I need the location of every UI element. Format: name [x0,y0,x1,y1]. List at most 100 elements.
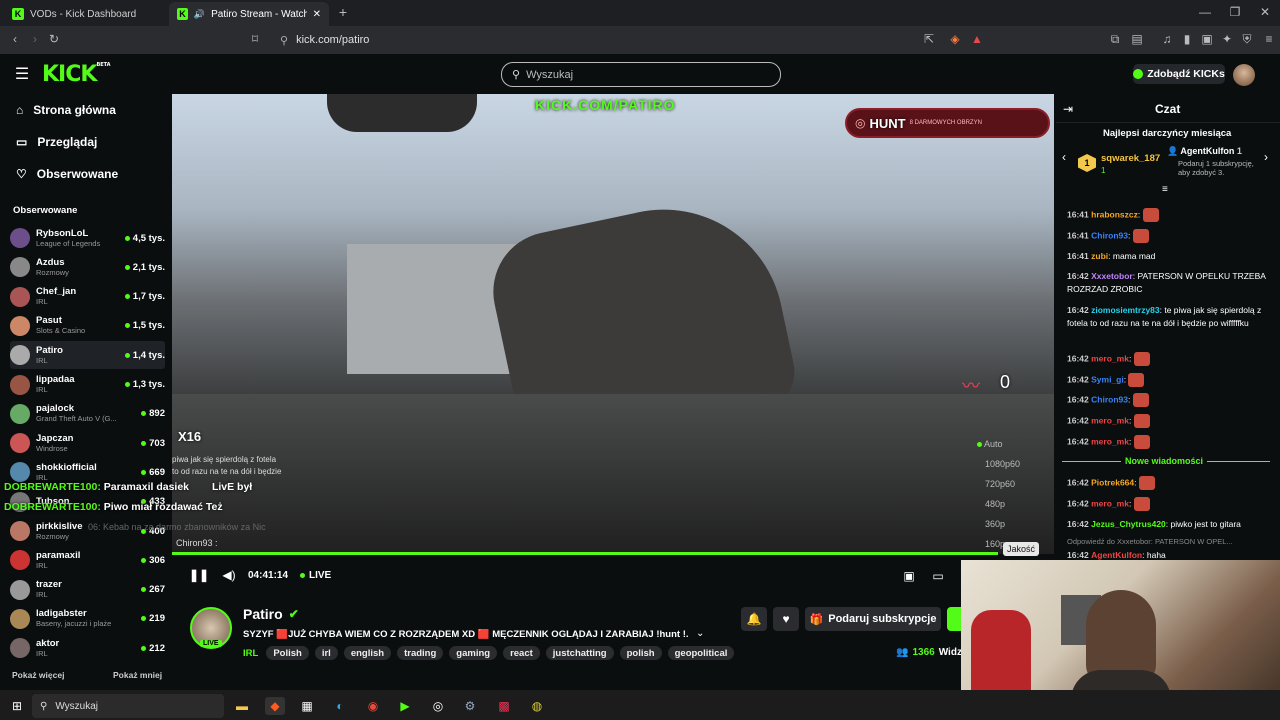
windows-start-icon[interactable]: ⊞ [10,699,24,713]
show-less-button[interactable]: Pokaż mniej [113,670,162,680]
followed-channel[interactable]: RybsonLoL League of Legends 4,5 tys. [10,224,165,252]
gift-sub-button[interactable]: 🎁 Podaruj subskrypcje [805,607,941,631]
tag[interactable]: irl [314,646,338,660]
follow-heart-button[interactable]: ♥ [773,607,799,631]
next-gifter-icon[interactable]: › [1264,150,1268,164]
music-icon[interactable]: ♫ [1160,32,1174,46]
notification-bell-button[interactable]: 🔔 [741,607,767,631]
url-field[interactable]: ⚲ kick.com/patiro [272,31,992,49]
tag[interactable]: gaming [449,646,498,660]
edge-icon[interactable]: ◐ [333,699,347,713]
tag[interactable]: english [343,646,392,660]
gifter-name[interactable]: 👤 AgentKulfon 1 [1167,146,1242,157]
chat-user[interactable]: Chiron93 [1091,394,1128,404]
reader-icon[interactable]: ▤ [1130,32,1144,46]
tag[interactable]: trading [397,646,444,660]
forward-icon[interactable]: › [28,32,42,46]
extensions-icon[interactable]: ⧉ [1108,32,1122,46]
app-icon[interactable]: ▦ [300,699,314,713]
nav-browse[interactable]: ▭ Przeglądaj [16,131,97,153]
brave-icon[interactable]: ◆ [265,697,285,715]
get-kicks-button[interactable]: Zdobądź KICKs [1133,64,1225,84]
chat-user[interactable]: Jezus_Chytrus420 [1091,519,1166,529]
quality-menu[interactable]: Auto 1080p60 720p60 480p 360p 160p [977,434,1020,554]
quality-360[interactable]: 360p [977,514,1020,534]
pause-icon[interactable]: ❚❚ [189,568,209,582]
close-tab-icon[interactable]: ✕ [313,9,321,20]
app-icon[interactable]: ◍ [530,699,544,713]
nav-following[interactable]: ♡ Obserwowane [16,163,118,185]
avatar[interactable] [1233,64,1255,86]
quality-480[interactable]: 480p [977,494,1020,514]
volume-icon[interactable]: ◀) [222,568,236,582]
chat-user[interactable]: AgentKulfon [1091,550,1142,560]
hamburger-menu-icon[interactable]: ☰ [14,66,30,83]
wallet-icon[interactable]: ▣ [1200,32,1214,46]
top-gifter-name[interactable]: sqwarek_187 [1101,153,1160,164]
vpn-icon[interactable]: ⛨ [1240,32,1254,46]
chat-user[interactable]: zubi [1091,251,1108,261]
followed-channel[interactable]: Japczan Windrose 703 [10,429,165,457]
tag[interactable]: geopolitical [667,646,735,660]
quality-auto[interactable]: Auto [977,434,1020,454]
pip-icon[interactable]: ▣ [902,569,916,583]
streamer-name[interactable]: Patiro ✔ [243,606,299,622]
video-player[interactable]: KICK.COM/PATIRO ◎ HUNT 8 DARMOWYCH OBRZY… [172,94,1054,554]
quality-720[interactable]: 720p60 [977,474,1020,494]
new-tab-icon[interactable]: + [336,4,350,20]
close-window-icon[interactable]: ✕ [1258,5,1272,19]
leo-icon[interactable]: ✦ [1220,32,1234,46]
tag[interactable]: justchatting [545,646,614,660]
sidebar-toggle-icon[interactable]: ▮ [1180,32,1194,46]
minimize-icon[interactable]: — [1198,5,1212,19]
pinned-toggle-icon[interactable]: ≡ [1162,184,1168,195]
tab-vods[interactable]: K VODs - Kick Dashboard [4,2,169,26]
theater-icon[interactable]: ▭ [931,569,945,583]
chrome-icon[interactable]: ◉ [366,699,380,713]
tag[interactable]: react [503,646,540,660]
kick-logo[interactable]: KICKBETA [42,62,111,87]
chat-user[interactable]: mero_mk [1091,436,1129,446]
expand-title-icon[interactable]: ⌄ [696,628,704,639]
tag[interactable]: Polish [266,646,309,660]
followed-channel[interactable]: Patiro IRL 1,4 tys. [10,341,165,370]
kick-app-icon[interactable]: ▶ [398,699,412,713]
menu-icon[interactable]: ≡ [1262,32,1276,46]
followed-channel[interactable]: paramaxil IRL 306 [10,546,165,574]
site-info-icon[interactable]: ⚲ [280,34,288,47]
taskbar-search[interactable]: ⚲ Wyszukaj [32,694,224,718]
followed-channel[interactable]: trazer IRL 267 [10,576,165,604]
chat-user[interactable]: Symi_gi [1091,374,1124,384]
quality-1080[interactable]: 1080p60 [977,454,1020,474]
followed-channel[interactable]: aktor IRL 212 [10,634,165,662]
followed-channel[interactable]: pajalock Grand Theft Auto V (G... 892 [10,400,165,428]
tab-patiro[interactable]: K 🔊 Patiro Stream - Watch Live on ✕ [169,2,329,26]
followed-channel[interactable]: lippadaa IRL 1,3 tys. [10,371,165,399]
show-more-button[interactable]: Pokaż więcej [12,670,64,680]
followed-channel[interactable]: ladigabster Baseny, jacuzzi i plaże 219 [10,605,165,633]
chat-user[interactable]: mero_mk [1091,353,1129,363]
back-icon[interactable]: ‹ [8,32,22,46]
app-icon[interactable]: ▩ [497,699,511,713]
obs-icon[interactable]: ◎ [431,699,445,713]
subscribe-button[interactable] [947,607,962,631]
followed-channel[interactable]: Azdus Rozmowy 2,1 tys. [10,253,165,281]
progress-bar[interactable] [172,552,998,555]
category-link[interactable]: IRL [243,648,258,659]
prev-gifter-icon[interactable]: ‹ [1062,150,1066,164]
reload-icon[interactable]: ↻ [47,32,61,46]
chat-user[interactable]: hrabonszcz [1091,209,1138,219]
followed-channel[interactable]: Chef_jan IRL 1,7 tys. [10,283,165,311]
chat-user[interactable]: mero_mk [1091,415,1129,425]
chat-user[interactable]: Chiron93 [1091,230,1128,240]
collapse-chat-icon[interactable]: ⇥ [1061,102,1075,116]
bookmark-icon[interactable]: ⌑ [248,32,262,46]
chat-user[interactable]: Piotrek664 [1091,477,1134,487]
search-input[interactable]: ⚲ Wyszukaj [501,62,781,87]
steam-icon[interactable]: ⚙ [463,699,477,713]
followed-channel[interactable]: Pasut Slots & Casino 1,5 tys. [10,312,165,340]
maximize-icon[interactable]: ❐ [1228,5,1242,19]
tag[interactable]: polish [619,646,662,660]
file-explorer-icon[interactable]: ▬ [235,699,249,713]
chat-user[interactable]: mero_mk [1091,498,1129,508]
